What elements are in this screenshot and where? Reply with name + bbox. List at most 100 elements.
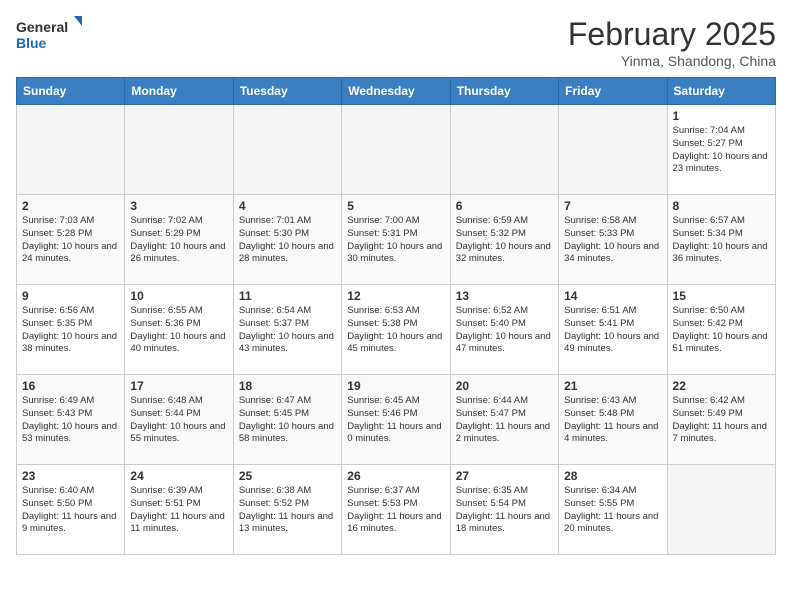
day-info: Sunrise: 6:59 AM Sunset: 5:32 PM Dayligh…: [456, 215, 553, 266]
calendar-day-cell: 27 Sunrise: 6:35 AM Sunset: 5:54 PM Dayli…: [450, 465, 558, 555]
day-info: Sunrise: 7:02 AM Sunset: 5:29 PM Dayligh…: [130, 215, 227, 266]
day-number: 13: [456, 289, 553, 303]
day-info: Sunrise: 6:54 AM Sunset: 5:37 PM Dayligh…: [239, 305, 336, 356]
calendar-day-cell: 22 Sunrise: 6:42 AM Sunset: 5:49 PM Dayli…: [667, 375, 775, 465]
calendar-day-cell: 8 Sunrise: 6:57 AM Sunset: 5:34 PM Daylig…: [667, 195, 775, 285]
calendar-day-cell: [559, 105, 667, 195]
day-info: Sunrise: 6:38 AM Sunset: 5:52 PM Dayligh…: [239, 485, 336, 536]
day-info: Sunrise: 6:47 AM Sunset: 5:45 PM Dayligh…: [239, 395, 336, 446]
page-header: GeneralBlue February 2025 Yinma, Shandon…: [16, 16, 776, 69]
day-info: Sunrise: 6:42 AM Sunset: 5:49 PM Dayligh…: [673, 395, 770, 446]
day-info: Sunrise: 6:45 AM Sunset: 5:46 PM Dayligh…: [347, 395, 444, 446]
weekday-header-wednesday: Wednesday: [342, 78, 450, 105]
day-info: Sunrise: 6:49 AM Sunset: 5:43 PM Dayligh…: [22, 395, 119, 446]
weekday-header-monday: Monday: [125, 78, 233, 105]
calendar-week-row: 2 Sunrise: 7:03 AM Sunset: 5:28 PM Daylig…: [17, 195, 776, 285]
day-info: Sunrise: 7:00 AM Sunset: 5:31 PM Dayligh…: [347, 215, 444, 266]
calendar-day-cell: 25 Sunrise: 6:38 AM Sunset: 5:52 PM Dayli…: [233, 465, 341, 555]
day-number: 1: [673, 109, 770, 123]
calendar-day-cell: 7 Sunrise: 6:58 AM Sunset: 5:33 PM Daylig…: [559, 195, 667, 285]
calendar-day-cell: [125, 105, 233, 195]
day-number: 25: [239, 469, 336, 483]
calendar-day-cell: 19 Sunrise: 6:45 AM Sunset: 5:46 PM Dayli…: [342, 375, 450, 465]
day-info: Sunrise: 7:04 AM Sunset: 5:27 PM Dayligh…: [673, 125, 770, 176]
calendar-day-cell: [17, 105, 125, 195]
day-number: 2: [22, 199, 119, 213]
calendar-day-cell: 2 Sunrise: 7:03 AM Sunset: 5:28 PM Daylig…: [17, 195, 125, 285]
weekday-header-sunday: Sunday: [17, 78, 125, 105]
day-info: Sunrise: 6:52 AM Sunset: 5:40 PM Dayligh…: [456, 305, 553, 356]
calendar-table: SundayMondayTuesdayWednesdayThursdayFrid…: [16, 77, 776, 555]
calendar-day-cell: 17 Sunrise: 6:48 AM Sunset: 5:44 PM Dayli…: [125, 375, 233, 465]
calendar-day-cell: 28 Sunrise: 6:34 AM Sunset: 5:55 PM Dayli…: [559, 465, 667, 555]
day-info: Sunrise: 6:57 AM Sunset: 5:34 PM Dayligh…: [673, 215, 770, 266]
day-info: Sunrise: 6:43 AM Sunset: 5:48 PM Dayligh…: [564, 395, 661, 446]
calendar-day-cell: 21 Sunrise: 6:43 AM Sunset: 5:48 PM Dayli…: [559, 375, 667, 465]
calendar-day-cell: 11Sunrise: 6:54 AM Sunset: 5:37 PM Dayli…: [233, 285, 341, 375]
day-number: 10: [130, 289, 227, 303]
calendar-day-cell: 10 Sunrise: 6:55 AM Sunset: 5:36 PM Dayli…: [125, 285, 233, 375]
day-info: Sunrise: 6:34 AM Sunset: 5:55 PM Dayligh…: [564, 485, 661, 536]
day-number: 18: [239, 379, 336, 393]
calendar-day-cell: [342, 105, 450, 195]
day-number: 19: [347, 379, 444, 393]
day-number: 27: [456, 469, 553, 483]
calendar-day-cell: 23 Sunrise: 6:40 AM Sunset: 5:50 PM Dayli…: [17, 465, 125, 555]
day-info: Sunrise: 6:35 AM Sunset: 5:54 PM Dayligh…: [456, 485, 553, 536]
calendar-week-row: 1 Sunrise: 7:04 AM Sunset: 5:27 PM Daylig…: [17, 105, 776, 195]
day-info: Sunrise: 6:53 AM Sunset: 5:38 PM Dayligh…: [347, 305, 444, 356]
svg-text:Blue: Blue: [16, 35, 47, 51]
calendar-day-cell: 9Sunrise: 6:56 AM Sunset: 5:35 PM Daylig…: [17, 285, 125, 375]
calendar-day-cell: 1 Sunrise: 7:04 AM Sunset: 5:27 PM Daylig…: [667, 105, 775, 195]
day-number: 5: [347, 199, 444, 213]
day-number: 23: [22, 469, 119, 483]
day-number: 24: [130, 469, 227, 483]
day-number: 12: [347, 289, 444, 303]
calendar-week-row: 9Sunrise: 6:56 AM Sunset: 5:35 PM Daylig…: [17, 285, 776, 375]
day-info: Sunrise: 6:37 AM Sunset: 5:53 PM Dayligh…: [347, 485, 444, 536]
day-number: 28: [564, 469, 661, 483]
day-info: Sunrise: 6:58 AM Sunset: 5:33 PM Dayligh…: [564, 215, 661, 266]
weekday-header-thursday: Thursday: [450, 78, 558, 105]
weekday-header-saturday: Saturday: [667, 78, 775, 105]
day-number: 20: [456, 379, 553, 393]
day-number: 14: [564, 289, 661, 303]
day-info: Sunrise: 7:03 AM Sunset: 5:28 PM Dayligh…: [22, 215, 119, 266]
calendar-day-cell: 24 Sunrise: 6:39 AM Sunset: 5:51 PM Dayli…: [125, 465, 233, 555]
logo-svg: GeneralBlue: [16, 16, 86, 52]
day-number: 21: [564, 379, 661, 393]
calendar-day-cell: 14 Sunrise: 6:51 AM Sunset: 5:41 PM Dayli…: [559, 285, 667, 375]
day-number: 3: [130, 199, 227, 213]
calendar-day-cell: 15Sunrise: 6:50 AM Sunset: 5:42 PM Dayli…: [667, 285, 775, 375]
calendar-day-cell: 12 Sunrise: 6:53 AM Sunset: 5:38 PM Dayli…: [342, 285, 450, 375]
day-number: 26: [347, 469, 444, 483]
calendar-day-cell: 6 Sunrise: 6:59 AM Sunset: 5:32 PM Daylig…: [450, 195, 558, 285]
day-number: 22: [673, 379, 770, 393]
day-info: Sunrise: 6:44 AM Sunset: 5:47 PM Dayligh…: [456, 395, 553, 446]
day-number: 15: [673, 289, 770, 303]
day-number: 17: [130, 379, 227, 393]
calendar-day-cell: 3 Sunrise: 7:02 AM Sunset: 5:29 PM Daylig…: [125, 195, 233, 285]
calendar-day-cell: 5 Sunrise: 7:00 AM Sunset: 5:31 PM Daylig…: [342, 195, 450, 285]
day-info: Sunrise: 6:48 AM Sunset: 5:44 PM Dayligh…: [130, 395, 227, 446]
calendar-week-row: 16Sunrise: 6:49 AM Sunset: 5:43 PM Dayli…: [17, 375, 776, 465]
day-number: 8: [673, 199, 770, 213]
svg-text:General: General: [16, 19, 68, 35]
day-info: Sunrise: 6:51 AM Sunset: 5:41 PM Dayligh…: [564, 305, 661, 356]
day-info: Sunrise: 7:01 AM Sunset: 5:30 PM Dayligh…: [239, 215, 336, 266]
weekday-header-friday: Friday: [559, 78, 667, 105]
calendar-day-cell: [233, 105, 341, 195]
calendar-day-cell: 4Sunrise: 7:01 AM Sunset: 5:30 PM Daylig…: [233, 195, 341, 285]
day-number: 9: [22, 289, 119, 303]
month-title: February 2025: [568, 16, 776, 53]
calendar-day-cell: 26 Sunrise: 6:37 AM Sunset: 5:53 PM Dayli…: [342, 465, 450, 555]
day-info: Sunrise: 6:39 AM Sunset: 5:51 PM Dayligh…: [130, 485, 227, 536]
day-number: 6: [456, 199, 553, 213]
calendar-day-cell: 20 Sunrise: 6:44 AM Sunset: 5:47 PM Dayli…: [450, 375, 558, 465]
day-info: Sunrise: 6:55 AM Sunset: 5:36 PM Dayligh…: [130, 305, 227, 356]
calendar-day-cell: 16Sunrise: 6:49 AM Sunset: 5:43 PM Dayli…: [17, 375, 125, 465]
day-info: Sunrise: 6:40 AM Sunset: 5:50 PM Dayligh…: [22, 485, 119, 536]
day-number: 7: [564, 199, 661, 213]
title-block: February 2025 Yinma, Shandong, China: [568, 16, 776, 69]
location: Yinma, Shandong, China: [568, 53, 776, 69]
